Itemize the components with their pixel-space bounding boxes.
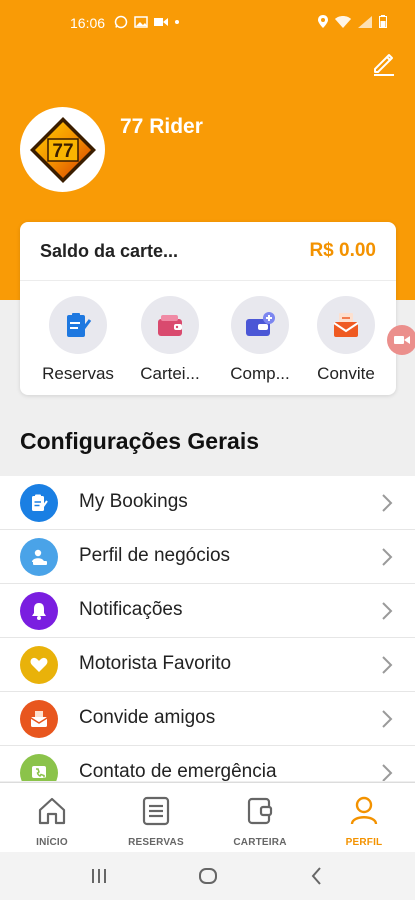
floating-camera-button[interactable] [387, 325, 415, 355]
video-camera-icon [394, 336, 410, 344]
person-icon [350, 796, 378, 825]
list-icon [142, 796, 170, 826]
shortcut-convite[interactable]: Convite [300, 296, 392, 384]
video-icon [154, 18, 168, 26]
home-button-icon[interactable] [196, 864, 220, 888]
chevron-right-icon [382, 494, 393, 512]
chevron-right-icon [382, 764, 393, 781]
settings-item-label: My Bookings [79, 491, 188, 512]
shortcut-carteira[interactable]: Cartei... [124, 296, 216, 384]
battery-icon [379, 15, 387, 28]
location-icon [318, 15, 328, 28]
settings-item-favorite-driver[interactable]: Motorista Favorito [0, 638, 415, 692]
home-icon [38, 797, 66, 825]
settings-item-my-bookings[interactable]: My Bookings [0, 476, 415, 530]
brand-logo: 77 [29, 116, 96, 183]
signal-icon [358, 15, 372, 28]
back-icon[interactable] [305, 864, 329, 888]
settings-item-emergency-contact[interactable]: Contato de emergência [0, 746, 415, 781]
settings-item-label: Contato de emergência [79, 761, 277, 781]
wallet-icon [158, 315, 182, 336]
settings-item-label: Perfil de negócios [79, 545, 231, 566]
settings-item-label: Convide amigos [79, 707, 216, 728]
wallet-balance-label: Saldo da carte... [40, 241, 179, 261]
nav-label: PERFIL [345, 837, 383, 848]
emergency-phone-icon [20, 754, 58, 781]
status-time: 16:06 [70, 15, 106, 31]
status-bar: 16:06 [0, 12, 415, 36]
settings-item-notifications[interactable]: Notificações [0, 584, 415, 638]
settings-item-business-profile[interactable]: Perfil de negócios [0, 530, 415, 584]
divider [20, 280, 396, 281]
gallery-icon [134, 16, 148, 28]
chevron-right-icon [382, 602, 393, 620]
envelope-icon [20, 700, 58, 738]
clipboard-icon [20, 484, 58, 522]
avatar[interactable]: 77 [20, 107, 105, 192]
nav-item-perfil[interactable]: PERFIL [312, 795, 415, 848]
nav-label: RESERVAS [128, 837, 184, 848]
invite-envelope-icon [333, 313, 359, 337]
company-card-icon [246, 312, 275, 336]
nav-item-inicio[interactable]: INÍCIO [0, 795, 104, 848]
wallet-icon [247, 797, 273, 825]
chevron-right-icon [382, 710, 393, 728]
settings-item-label: Motorista Favorito [79, 653, 232, 674]
shortcut-label: Reservas [42, 364, 114, 383]
chevron-right-icon [382, 656, 393, 674]
clipboard-icon [67, 313, 92, 337]
whatsapp-icon [114, 15, 128, 29]
logo-text: 77 [52, 141, 73, 162]
wifi-icon [335, 15, 351, 28]
system-nav-bar [0, 852, 415, 900]
settings-item-invite-friends[interactable]: Convide amigos [0, 692, 415, 746]
bottom-nav: INÍCIO RESERVAS CARTEIRA PERFIL [0, 782, 415, 852]
shortcut-label: Cartei... [140, 364, 200, 383]
shortcut-reservas[interactable]: Reservas [32, 296, 124, 384]
nav-label: INÍCIO [36, 837, 68, 848]
shortcut-label: Comp... [230, 364, 290, 383]
nav-item-carteira[interactable]: CARTEIRA [208, 795, 312, 848]
shortcut-label: Convite [317, 364, 375, 383]
wallet-balance-value: R$ 0.00 [309, 240, 376, 261]
dot-icon [175, 20, 179, 24]
settings-item-label: Notificações [79, 599, 183, 620]
bell-icon [20, 592, 58, 630]
nav-label: CARTEIRA [233, 837, 287, 848]
edit-profile-icon[interactable] [371, 50, 397, 76]
wallet-card: Saldo da carte... R$ 0.00 Reservas Carte… [20, 222, 396, 395]
business-profile-icon [20, 538, 58, 576]
rider-name: 77 Rider [120, 115, 203, 138]
chevron-right-icon [382, 548, 393, 566]
settings-title: Configurações Gerais [20, 428, 260, 454]
nav-item-reservas[interactable]: RESERVAS [104, 795, 208, 848]
settings-list: My Bookings Perfil de negócios Notificaç… [0, 476, 415, 781]
shortcut-company[interactable]: Comp... [214, 296, 306, 384]
heart-icon [20, 646, 58, 684]
recent-apps-icon[interactable] [87, 864, 111, 888]
